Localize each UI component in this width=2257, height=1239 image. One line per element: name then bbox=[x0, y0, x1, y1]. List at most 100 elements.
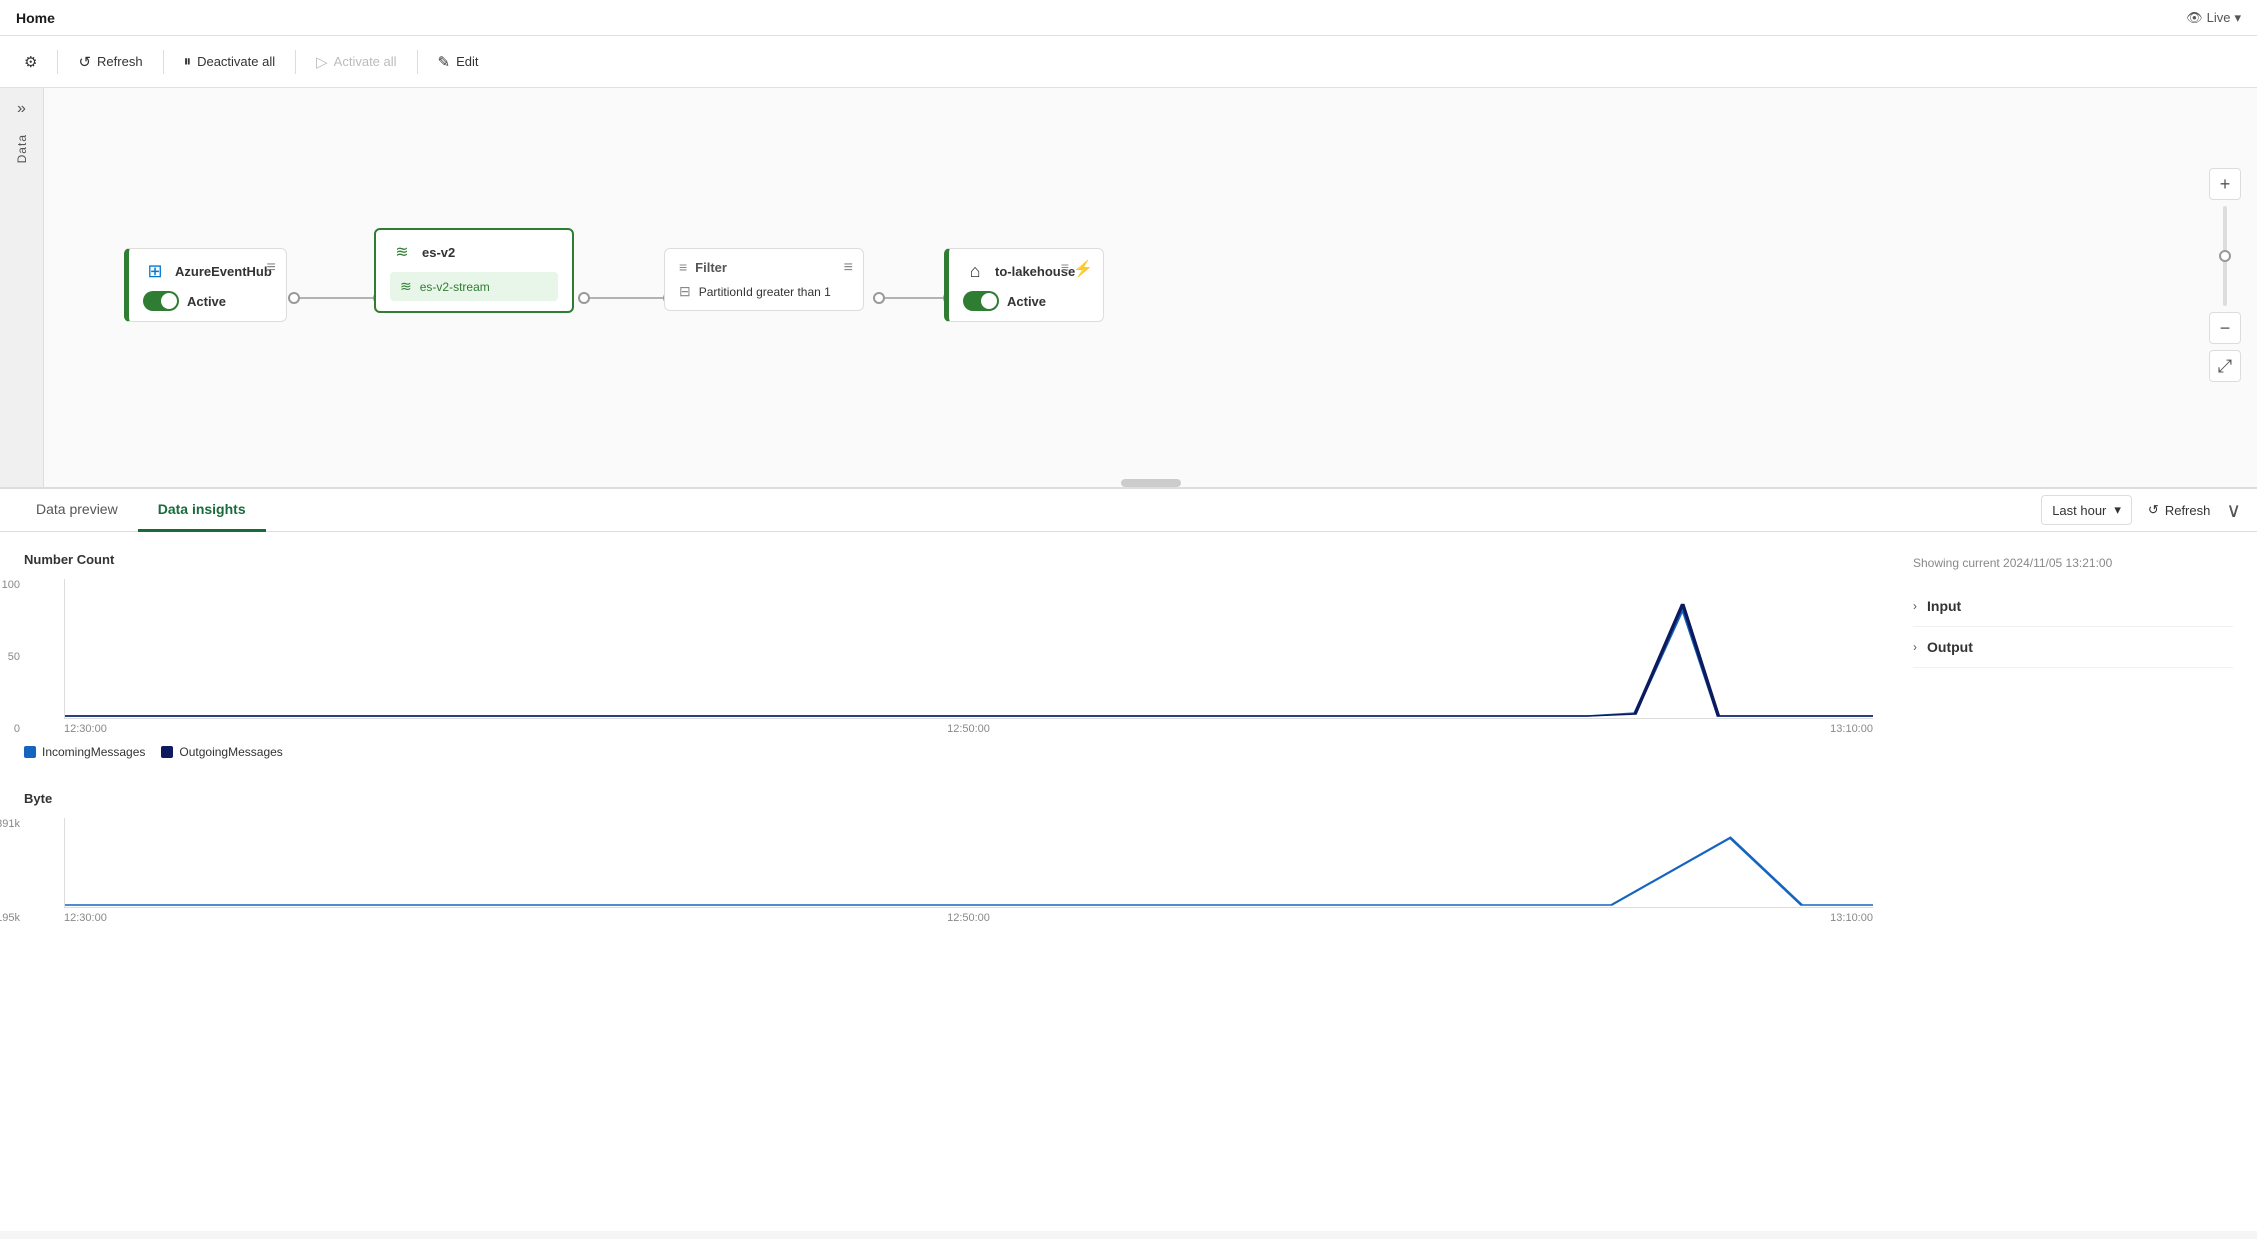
info-panel: Showing current 2024/11/05 13:21:00 › In… bbox=[1913, 552, 2233, 924]
edit-label: Edit bbox=[456, 54, 478, 69]
byte-chart: Byte 391k 195k 12:30:00 12:50:00 13 bbox=[24, 791, 1873, 924]
toolbar-divider-1 bbox=[57, 50, 58, 74]
chart-section-messages: Number Count 100 50 0 bbox=[24, 552, 1873, 924]
chart-y-axis: 100 50 0 bbox=[0, 579, 20, 735]
tab-data-insights[interactable]: Data insights bbox=[138, 489, 266, 532]
legend-outgoing: OutgoingMessages bbox=[161, 745, 282, 759]
toggle-container-source: Active bbox=[143, 291, 272, 311]
tabs-bar: Data preview Data insights Last hour ▾ ↺… bbox=[0, 489, 2257, 532]
toggle-container-dest: Active bbox=[963, 291, 1089, 311]
node-title-transform: es-v2 bbox=[422, 245, 455, 260]
settings-icon: ⚙ bbox=[24, 53, 37, 71]
fit-icon: ⤢ bbox=[2218, 356, 2232, 377]
node-title-source: AzureEventHub bbox=[175, 264, 272, 279]
filter-condition-icon: ⊟ bbox=[679, 283, 691, 300]
source-status: Active bbox=[187, 294, 226, 309]
time-range-value: Last hour bbox=[2052, 503, 2106, 518]
filter-menu-icon[interactable]: ≡ bbox=[844, 259, 853, 277]
activate-label: Activate all bbox=[334, 54, 397, 69]
info-section-output[interactable]: › Output bbox=[1913, 627, 2233, 668]
deactivate-icon: ⏸ bbox=[184, 53, 192, 70]
time-range-dropdown[interactable]: Last hour ▾ bbox=[2041, 495, 2132, 525]
chart-container-byte bbox=[64, 818, 1873, 908]
node-azure-event-hub[interactable]: ⊞ AzureEventHub Active ≡ bbox=[124, 248, 287, 322]
dest-menu-icon[interactable]: ⚡ bbox=[1073, 259, 1093, 279]
fit-view-button[interactable]: ⤢ bbox=[2209, 350, 2241, 382]
node-header-source: ⊞ AzureEventHub bbox=[143, 259, 272, 283]
source-menu-icon[interactable]: ≡ bbox=[266, 259, 275, 277]
node-filter[interactable]: ≡ Filter ⊟ PartitionId greater than 1 ≡ bbox=[664, 248, 864, 311]
chart-title-byte: Byte bbox=[24, 791, 1873, 806]
chart-legend-messages: IncomingMessages OutgoingMessages bbox=[24, 745, 1873, 759]
info-output-label: Output bbox=[1927, 639, 1973, 655]
dest-toggle[interactable] bbox=[963, 291, 999, 311]
node-transform[interactable]: ≋ es-v2 ≋ es-v2-stream bbox=[374, 228, 574, 313]
expand-collapse-icon[interactable]: ∨ bbox=[2226, 498, 2241, 523]
settings-button[interactable]: ⚙ bbox=[12, 47, 49, 77]
canvas-area: » Data ⊞ AzureEventHub bbox=[0, 88, 2257, 488]
azure-event-hub-icon: ⊞ bbox=[143, 259, 167, 283]
info-timestamp: Showing current 2024/11/05 13:21:00 bbox=[1913, 556, 2233, 570]
filter-condition-row: ⊟ PartitionId greater than 1 bbox=[679, 283, 849, 300]
app-title: Home bbox=[16, 10, 55, 26]
edit-icon: ✎ bbox=[438, 53, 451, 71]
refresh-icon: ↺ bbox=[78, 53, 91, 71]
expand-icon[interactable]: » bbox=[17, 100, 26, 118]
tab-data-preview[interactable]: Data preview bbox=[16, 489, 138, 532]
dest-settings-icon[interactable]: ≡ bbox=[1061, 259, 1069, 275]
chart-x-axis-byte: 12:30:00 12:50:00 13:10:00 bbox=[64, 912, 1873, 924]
filter-header: ≡ Filter bbox=[679, 259, 849, 275]
transform-subtitle: es-v2-stream bbox=[420, 280, 490, 294]
flow-canvas: ⊞ AzureEventHub Active ≡ ≋ es-v2 ≋ es-v2… bbox=[44, 88, 2257, 487]
zoom-slider-thumb[interactable] bbox=[2219, 250, 2231, 262]
info-input-label: Input bbox=[1927, 598, 1961, 614]
toolbar-divider-4 bbox=[417, 50, 418, 74]
top-bar: Home 👁 Live ▾ bbox=[0, 0, 2257, 36]
scroll-handle[interactable] bbox=[1121, 479, 1181, 487]
zoom-out-button[interactable]: − bbox=[2209, 312, 2241, 344]
refresh-button[interactable]: ↺ Refresh bbox=[66, 47, 154, 77]
stream-icon: ≋ bbox=[400, 278, 412, 295]
live-label: Live bbox=[2207, 10, 2231, 25]
chart-svg-byte bbox=[65, 818, 1873, 907]
node-header-dest: ⌂ to-lakehouse bbox=[963, 259, 1089, 283]
live-badge[interactable]: 👁 Live ▾ bbox=[2186, 10, 2241, 26]
chevron-down-icon: ▾ bbox=[2114, 502, 2121, 518]
node-header-transform: ≋ es-v2 bbox=[390, 240, 558, 264]
toolbar: ⚙ ↺ Refresh ⏸ Deactivate all ▷ Activate … bbox=[0, 36, 2257, 88]
activate-button[interactable]: ▷ Activate all bbox=[304, 47, 408, 77]
node-lakehouse[interactable]: ⌂ to-lakehouse Active ⚡ ≡ bbox=[944, 248, 1104, 322]
zoom-in-button[interactable]: + bbox=[2209, 168, 2241, 200]
charts-area: Number Count 100 50 0 bbox=[0, 532, 2257, 944]
chevron-down-icon: ▾ bbox=[2234, 10, 2241, 26]
insights-refresh-button[interactable]: ↺ Refresh bbox=[2140, 496, 2218, 524]
sidebar-label: Data bbox=[15, 134, 29, 163]
transform-icon: ≋ bbox=[390, 240, 414, 264]
deactivate-label: Deactivate all bbox=[197, 54, 275, 69]
chart-y-axis-byte: 391k 195k bbox=[0, 818, 20, 924]
chart-x-axis-messages: 12:30:00 12:50:00 13:10:00 bbox=[64, 723, 1873, 735]
refresh-circle-icon: ↺ bbox=[2148, 502, 2159, 518]
bottom-panel: Data preview Data insights Last hour ▾ ↺… bbox=[0, 488, 2257, 1231]
filter-title: Filter bbox=[695, 260, 727, 275]
chart-title-number-count: Number Count bbox=[24, 552, 1873, 567]
eye-icon: 👁 bbox=[2186, 10, 2203, 26]
toolbar-divider-2 bbox=[163, 50, 164, 74]
deactivate-button[interactable]: ⏸ Deactivate all bbox=[172, 47, 288, 76]
insights-refresh-label: Refresh bbox=[2165, 503, 2211, 518]
tabs-right: Last hour ▾ ↺ Refresh ∨ bbox=[2041, 495, 2241, 525]
edit-button[interactable]: ✎ Edit bbox=[426, 47, 491, 77]
dest-status: Active bbox=[1007, 294, 1046, 309]
legend-label-outgoing: OutgoingMessages bbox=[179, 745, 282, 759]
sidebar-toggle[interactable]: » Data bbox=[0, 88, 44, 487]
chevron-input-icon: › bbox=[1913, 599, 1917, 613]
refresh-label: Refresh bbox=[97, 54, 143, 69]
source-toggle[interactable] bbox=[143, 291, 179, 311]
zoom-slider-track bbox=[2223, 206, 2227, 306]
number-count-chart: Number Count 100 50 0 bbox=[24, 552, 1873, 759]
toolbar-divider-3 bbox=[295, 50, 296, 74]
transform-inner: ≋ es-v2-stream bbox=[390, 272, 558, 301]
info-section-input[interactable]: › Input bbox=[1913, 586, 2233, 627]
filter-condition: PartitionId greater than 1 bbox=[699, 285, 831, 299]
legend-incoming: IncomingMessages bbox=[24, 745, 145, 759]
